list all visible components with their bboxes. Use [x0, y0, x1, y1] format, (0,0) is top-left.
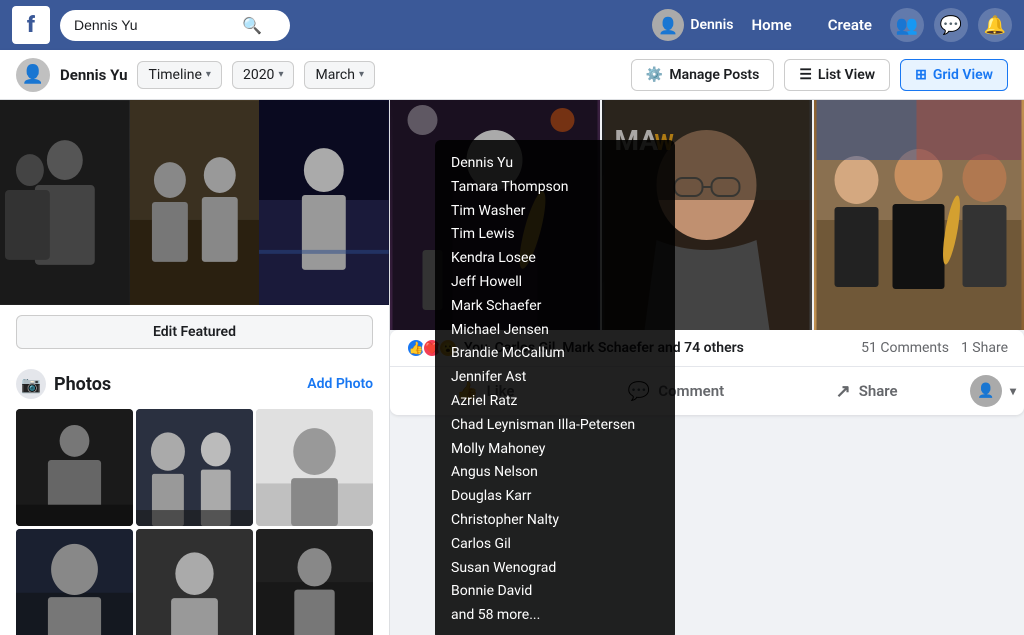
year-dropdown[interactable]: 2020 ▾ [232, 61, 295, 89]
edit-featured-button[interactable]: Edit Featured [16, 315, 373, 349]
photo-thumb[interactable] [16, 529, 133, 635]
reactions-link[interactable]: You, Carlos Gil, Mark Schaefer and 74 ot… [464, 340, 744, 356]
tooltip-name: Douglas Karr [451, 485, 659, 509]
search-icon: 🔍 [242, 16, 262, 35]
create-link[interactable]: Create [820, 12, 880, 38]
facebook-logo: f [12, 6, 50, 44]
main-photos-grid: MA W [390, 100, 1024, 330]
main-photo-2[interactable]: MA W [602, 100, 812, 330]
featured-photo-3[interactable] [259, 100, 389, 305]
photos-icon: 📷 [16, 369, 46, 399]
nav-links: Home Create [743, 12, 880, 38]
list-view-button[interactable]: ☰ List View [784, 59, 890, 91]
tooltip-name: Angus Nelson [451, 461, 659, 485]
add-photo-link[interactable]: Add Photo [307, 376, 373, 392]
photo-thumb[interactable] [16, 409, 133, 526]
comment-icon: 💬 [628, 381, 650, 402]
post-card: Dennis Yu Tamara Thompson Tim Washer Tim… [390, 330, 1024, 415]
grid-view-button[interactable]: ⊞ Grid View [900, 59, 1008, 91]
comment-button[interactable]: 💬 Comment [581, 367, 772, 415]
nav-user[interactable]: 👤 Dennis [652, 9, 733, 41]
main-photo-3[interactable] [814, 100, 1024, 330]
thumbs-up-icon: 👍 [456, 381, 478, 402]
manage-posts-button[interactable]: ⚙️ Manage Posts [631, 59, 774, 91]
reactions-row: 👍 ❤️ 😮 You, Carlos Gil, Mark Schaefer an… [390, 330, 1024, 367]
like-button[interactable]: 👍 Like [390, 367, 581, 415]
post-user-avatar[interactable]: 👤 ▾ [962, 367, 1024, 415]
reaction-icons: 👍 ❤️ 😮 [406, 338, 458, 358]
right-content: MA W [390, 100, 1024, 635]
chevron-down-icon: ▾ [206, 69, 211, 80]
featured-photos [0, 100, 389, 305]
shares-count[interactable]: 1 Share [961, 340, 1008, 356]
photo-thumb[interactable] [256, 529, 373, 635]
month-dropdown[interactable]: March ▾ [304, 61, 375, 89]
photos-grid [16, 409, 373, 635]
photo-thumb[interactable] [136, 409, 253, 526]
main-content: Edit Featured 📷 Photos Add Photo [0, 100, 1024, 635]
photos-section: 📷 Photos Add Photo [0, 359, 389, 635]
photo-thumb[interactable] [256, 409, 373, 526]
featured-photo-1[interactable] [0, 100, 130, 305]
notifications-icon[interactable]: 🔔 [978, 8, 1012, 42]
tooltip-name: Susan Wenograd [451, 557, 659, 581]
share-icon: ↗ [836, 381, 851, 402]
main-photo-1[interactable] [390, 100, 600, 330]
home-link[interactable]: Home [743, 12, 799, 38]
tooltip-name: Christopher Nalty [451, 509, 659, 533]
profile-name[interactable]: Dennis Yu [60, 66, 127, 84]
avatar: 👤 [652, 9, 684, 41]
featured-photo-2[interactable] [130, 100, 260, 305]
wow-reaction: 😮 [438, 338, 458, 358]
tooltip-name: Chad Leynisman Illa-Petersen [451, 414, 659, 438]
profile-avatar: 👤 [16, 58, 50, 92]
photos-title: 📷 Photos [16, 369, 111, 399]
search-input[interactable] [74, 17, 234, 33]
chevron-down-icon: ▾ [1010, 384, 1016, 398]
share-button[interactable]: ↗ Share [771, 367, 962, 415]
nav-user-name: Dennis [690, 17, 733, 33]
reactions-text[interactable]: You, Carlos Gil, Mark Schaefer and 74 ot… [464, 340, 744, 356]
reactions-left: 👍 ❤️ 😮 You, Carlos Gil, Mark Schaefer an… [406, 338, 744, 358]
people-icon[interactable]: 👥 [890, 8, 924, 42]
comments-count[interactable]: 51 Comments [861, 340, 949, 356]
nav-icons: 👥 💬 🔔 [890, 8, 1012, 42]
actions-row: 👍 Like 💬 Comment ↗ Share 👤 ▾ [390, 367, 1024, 415]
svg-text:W: W [655, 131, 674, 156]
grid-icon: ⊞ [915, 67, 927, 83]
profile-toolbar: 👤 Dennis Yu Timeline ▾ 2020 ▾ March ▾ ⚙️… [0, 50, 1024, 100]
reactions-stats: 51 Comments 1 Share [861, 340, 1008, 356]
photo-thumb[interactable] [136, 529, 253, 635]
tooltip-name: Bonnie David [451, 580, 659, 604]
chevron-down-icon: ▾ [359, 69, 364, 80]
messenger-icon[interactable]: 💬 [934, 8, 968, 42]
photos-header: 📷 Photos Add Photo [16, 369, 373, 399]
top-nav: f 🔍 👤 Dennis Home Create 👥 💬 🔔 [0, 0, 1024, 50]
svg-text:MA: MA [615, 124, 659, 157]
tooltip-name: Carlos Gil [451, 533, 659, 557]
avatar: 👤 [970, 375, 1002, 407]
tooltip-name: Molly Mahoney [451, 438, 659, 462]
left-sidebar: Edit Featured 📷 Photos Add Photo [0, 100, 390, 635]
search-bar[interactable]: 🔍 [60, 10, 290, 41]
manage-posts-icon: ⚙️ [646, 67, 663, 83]
list-icon: ☰ [799, 67, 812, 83]
chevron-down-icon: ▾ [278, 69, 283, 80]
timeline-dropdown[interactable]: Timeline ▾ [137, 61, 221, 89]
tooltip-name: and 58 more... [451, 604, 659, 628]
